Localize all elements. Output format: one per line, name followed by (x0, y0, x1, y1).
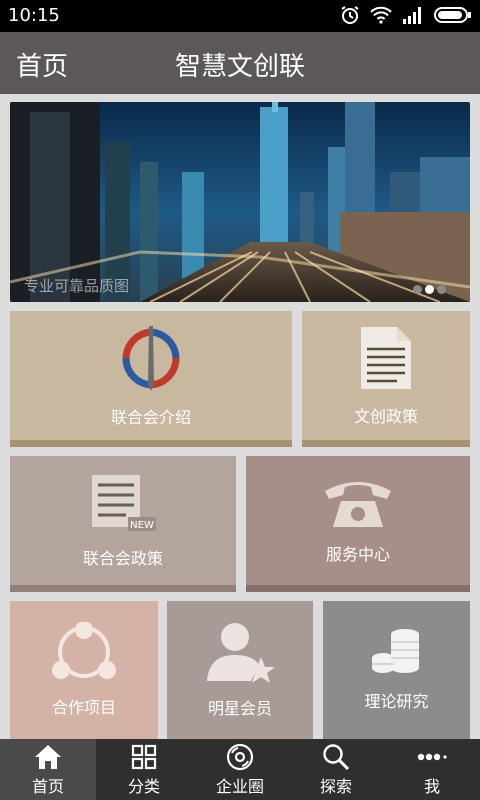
tab-home[interactable]: 首页 (0, 739, 96, 800)
carousel-dot[interactable] (437, 285, 446, 294)
federation-emblem-icon (122, 325, 180, 391)
tab-me[interactable]: 我 (384, 739, 480, 800)
search-icon (323, 743, 350, 770)
battery-icon (434, 7, 471, 23)
tile-cooperation-projects[interactable]: 合作项目 (10, 601, 158, 739)
document-icon (361, 326, 411, 389)
svg-text:NEW: NEW (130, 520, 154, 531)
page-title: 智慧文创联 (174, 52, 305, 82)
tab-label: 首页 (31, 776, 64, 796)
tile-label: 明星会员 (207, 699, 272, 718)
tab-label: 我 (423, 776, 440, 796)
tile-theory-research[interactable]: 理论研究 (323, 601, 470, 739)
tile-federation-policy[interactable]: NEW 联合会政策 (10, 456, 236, 592)
banner-caption: 专业可靠品质图 (24, 277, 130, 295)
tile-label: 联合会介绍 (110, 407, 191, 427)
tab-explore[interactable]: 探索 (288, 739, 384, 800)
carousel-dot[interactable] (413, 285, 422, 294)
disc-icon (226, 743, 254, 770)
tile-label: 合作项目 (51, 698, 116, 717)
telephone-icon (325, 481, 391, 527)
tile-label: 理论研究 (364, 692, 429, 711)
tab-label: 探索 (319, 776, 352, 796)
home-icon (35, 744, 61, 769)
new-document-icon: NEW (92, 474, 156, 531)
tab-label: 分类 (127, 776, 160, 796)
more-icon (417, 753, 447, 760)
bottom-tab-bar: 首页 分类 企业圈 探索 我 (0, 739, 480, 800)
tab-label: 企业圈 (215, 776, 264, 796)
star-member-icon (207, 623, 275, 683)
status-bar: 10:15 (0, 0, 480, 32)
alarm-icon (341, 6, 359, 24)
status-icons (340, 5, 472, 25)
tab-category[interactable]: 分类 (96, 739, 192, 800)
coins-icon (371, 629, 419, 673)
tile-label: 服务中心 (325, 544, 390, 564)
signal-icon (403, 7, 421, 24)
grid-icon (131, 744, 157, 769)
tile-federation-intro[interactable]: 联合会介绍 (10, 311, 292, 447)
banner-city-image (10, 102, 470, 302)
tab-enterprise-circle[interactable]: 企业圈 (192, 739, 288, 800)
tile-service-center[interactable]: 服务中心 (246, 456, 470, 592)
app-header: 首页 智慧文创联 (0, 32, 480, 94)
tile-cultural-policy[interactable]: 文创政策 (302, 311, 470, 447)
carousel-indicator (413, 285, 446, 294)
status-time: 10:15 (8, 5, 60, 26)
tile-star-members[interactable]: 明星会员 (167, 601, 313, 739)
tile-label: 联合会政策 (82, 548, 163, 568)
tile-label: 文创政策 (353, 406, 418, 426)
banner-carousel[interactable]: 专业可靠品质图 (10, 102, 470, 302)
network-icon (52, 622, 116, 679)
carousel-dot-active[interactable] (425, 285, 434, 294)
wifi-icon (370, 6, 392, 24)
